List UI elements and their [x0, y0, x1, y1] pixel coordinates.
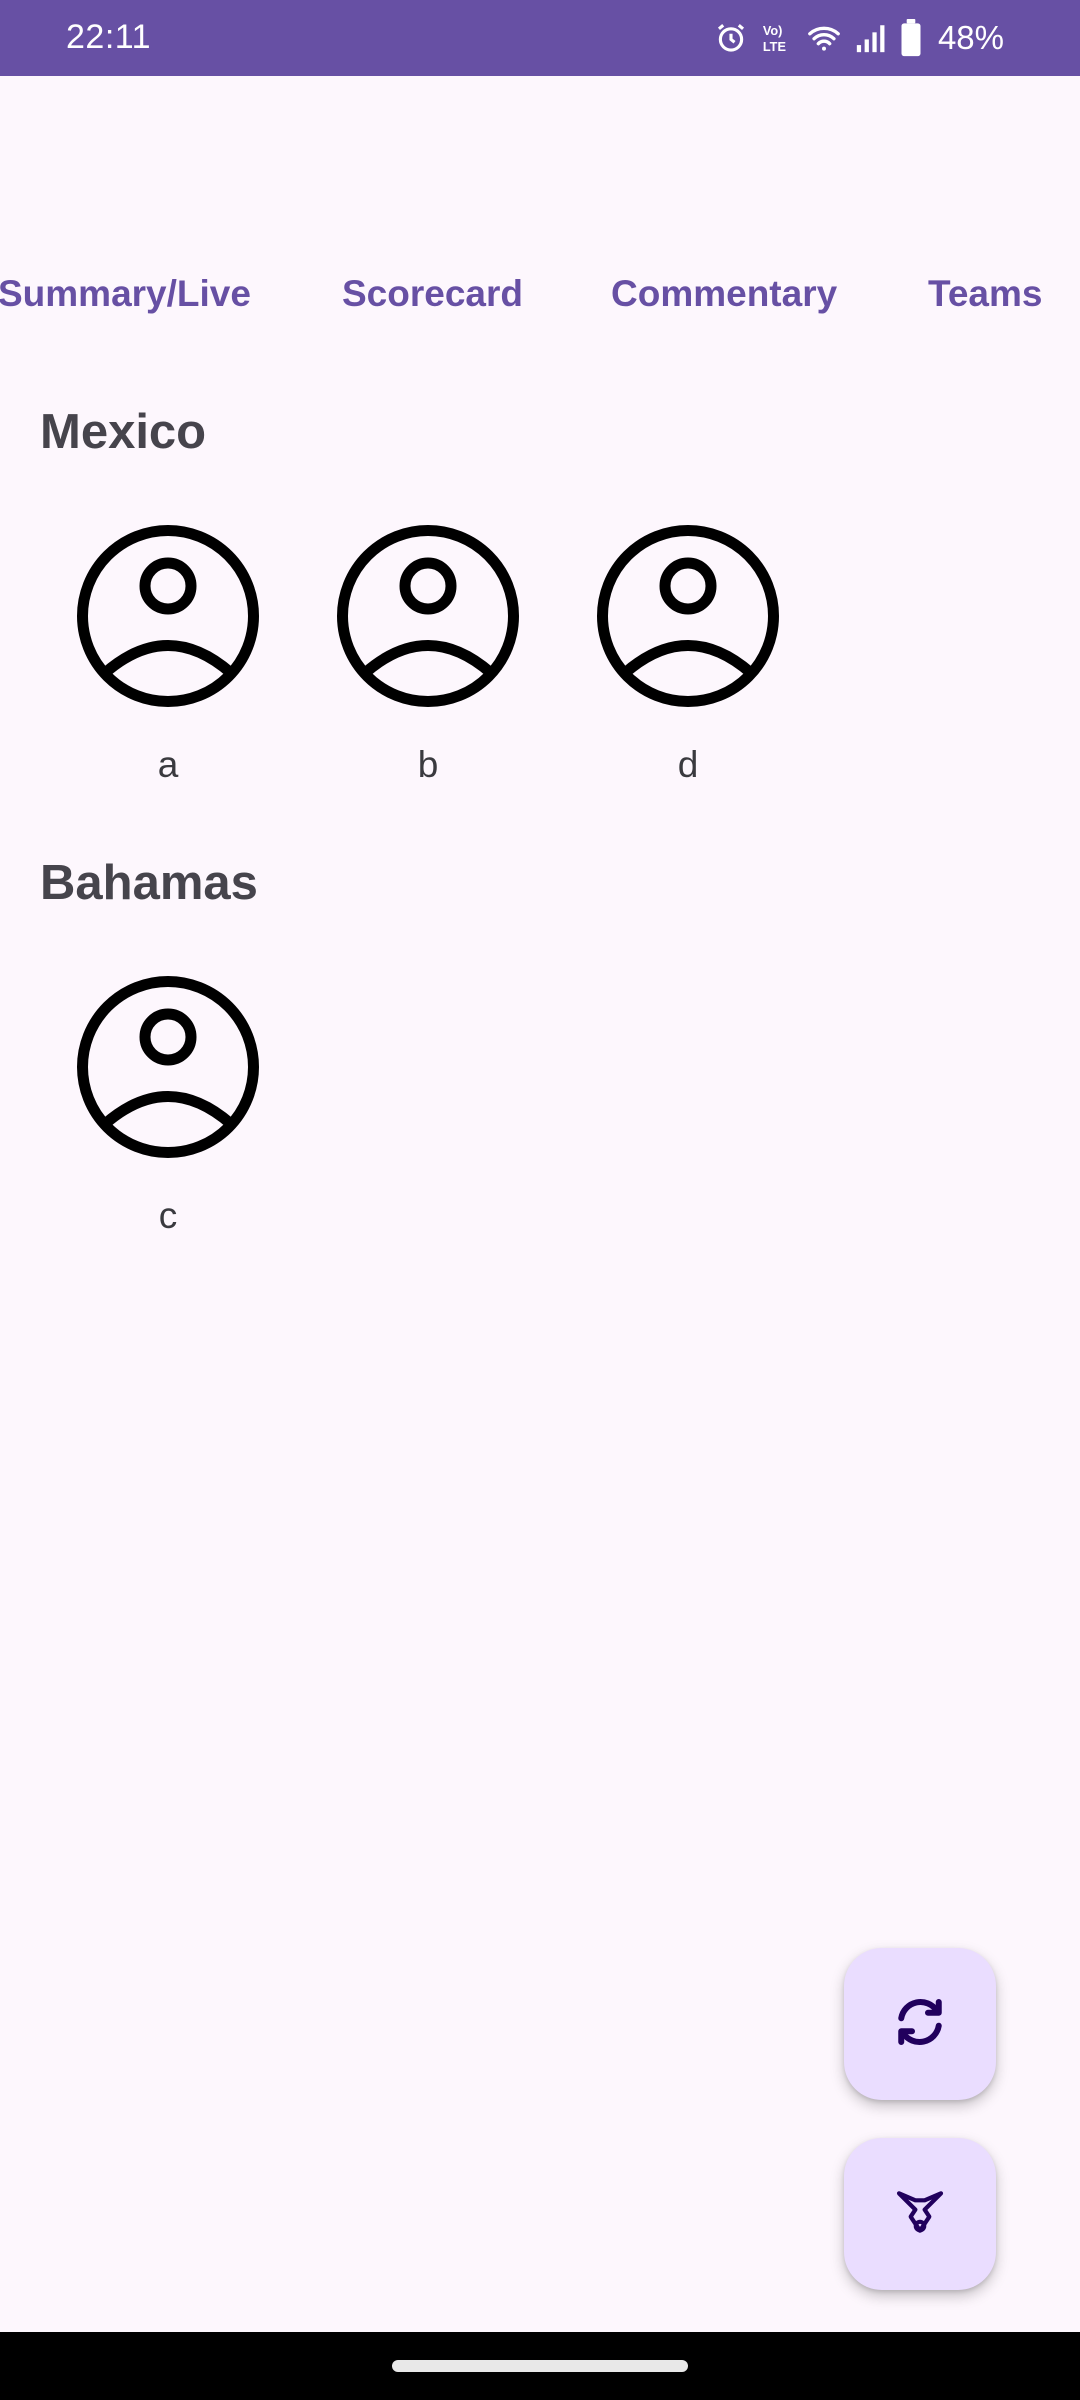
- wifi-icon: [806, 21, 842, 55]
- player-card[interactable]: c: [68, 975, 268, 1237]
- status-time: 22:11: [66, 18, 152, 56]
- alarm-icon: [714, 21, 748, 55]
- signal-icon: [854, 21, 888, 55]
- tab-summary-live[interactable]: Summary/Live: [0, 262, 251, 326]
- player-card[interactable]: b: [328, 524, 528, 786]
- account-circle-icon: [328, 524, 528, 708]
- system-navigation-bar: [0, 2332, 1080, 2400]
- svg-text:LTE: LTE: [763, 39, 786, 54]
- battery-icon: [900, 19, 922, 57]
- horns-action-button[interactable]: [844, 2138, 996, 2290]
- player-name: b: [417, 744, 439, 785]
- status-bar: 22:11 Vo) LTE 48%: [0, 0, 1080, 76]
- team-title-mexico: Mexico: [40, 405, 207, 459]
- tab-commentary[interactable]: Commentary: [611, 262, 837, 326]
- status-icons: Vo) LTE 48%: [714, 16, 1004, 60]
- player-name: d: [677, 744, 699, 785]
- player-card[interactable]: d: [588, 524, 788, 786]
- match-tabs: Summary/Live Scorecard Commentary Teams: [0, 262, 1080, 326]
- player-name: c: [158, 1195, 178, 1236]
- team-title-bahamas: Bahamas: [40, 856, 258, 910]
- tab-scorecard[interactable]: Scorecard: [342, 262, 523, 326]
- volte-icon: Vo) LTE: [760, 21, 794, 55]
- svg-text:Vo): Vo): [763, 23, 783, 38]
- home-indicator[interactable]: [392, 2360, 688, 2372]
- refresh-button[interactable]: [844, 1948, 996, 2100]
- account-circle-icon: [68, 524, 268, 708]
- battery-percent: 48%: [937, 19, 1004, 56]
- refresh-icon: [890, 1992, 950, 2057]
- horns-icon: [892, 2184, 948, 2245]
- account-circle-icon: [588, 524, 788, 708]
- account-circle-icon: [68, 975, 268, 1159]
- tab-teams[interactable]: Teams: [928, 262, 1043, 326]
- player-name: a: [157, 744, 179, 785]
- player-card[interactable]: a: [68, 524, 268, 786]
